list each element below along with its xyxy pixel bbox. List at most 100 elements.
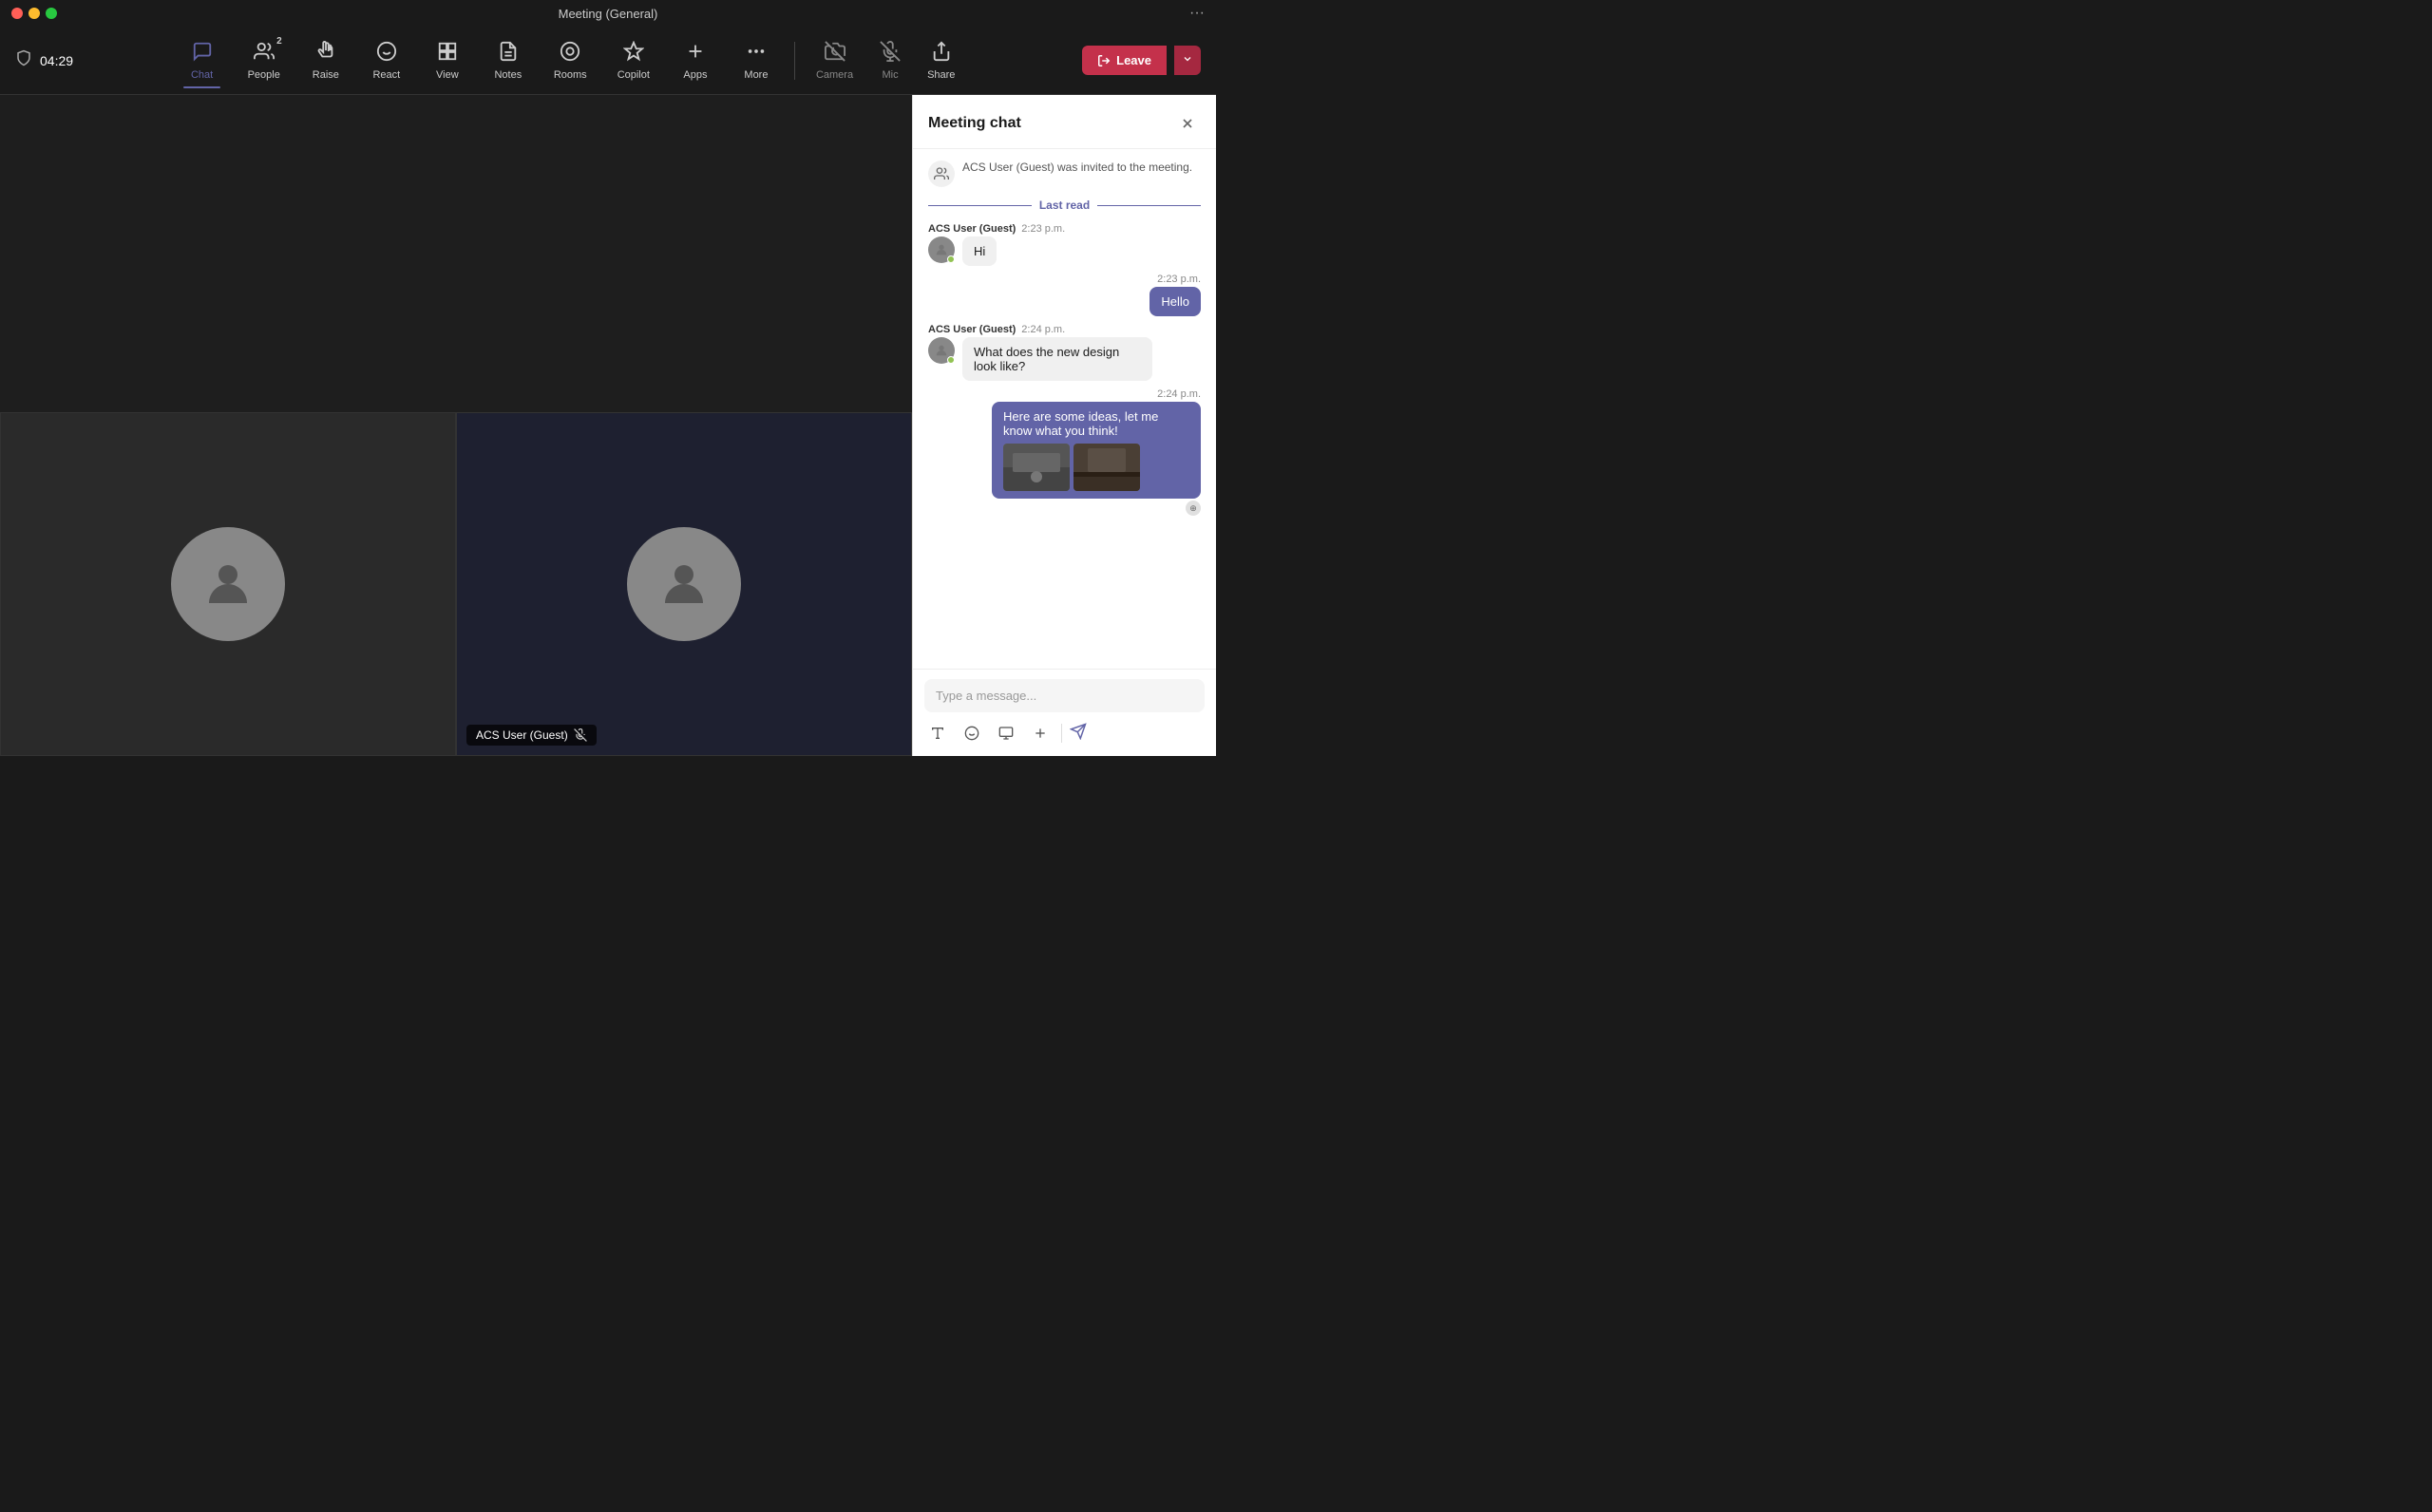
chat-label: Chat (191, 69, 213, 81)
msg-meta-3: ACS User (Guest) 2:24 p.m. (928, 324, 1201, 335)
message-group-3: ACS User (Guest) 2:24 p.m. What does the… (928, 324, 1201, 381)
msg-avatar-3 (928, 337, 955, 364)
main-content: ACS User (Guest) Meeting chat (0, 95, 1216, 756)
toolbar: 04:29 Chat 2 People (0, 27, 1216, 95)
chat-header: Meeting chat (913, 95, 1216, 149)
chat-messages: ACS User (Guest) was invited to the meet… (913, 149, 1216, 669)
view-label: View (436, 69, 459, 81)
msg-time-2: 2:23 p.m. (1157, 274, 1201, 285)
share-label: Share (927, 69, 955, 81)
video-bottom-area: ACS User (Guest) (0, 412, 912, 756)
leave-label: Leave (1116, 53, 1151, 67)
maximize-button[interactable] (46, 8, 57, 19)
leave-button[interactable]: Leave (1082, 46, 1167, 75)
traffic-lights (11, 8, 57, 19)
video-top-area (0, 95, 912, 412)
copilot-icon (623, 41, 644, 66)
toolbar-btn-notes[interactable]: Notes (478, 35, 539, 86)
rooms-label: Rooms (554, 69, 587, 81)
view-icon (437, 41, 458, 66)
msg-row-3: What does the new design look like? (928, 337, 1201, 381)
meeting-timer: 04:29 (40, 53, 73, 68)
raise-label: Raise (313, 69, 339, 81)
toolbar-btn-copilot[interactable]: Copilot (602, 35, 665, 86)
chat-input-area: Type a message... (913, 669, 1216, 756)
last-read-label: Last read (1039, 198, 1090, 212)
toolbar-btn-share[interactable]: Share (914, 35, 968, 86)
image-thumb-1[interactable] (1003, 444, 1070, 491)
apps-label: Apps (683, 69, 707, 81)
shield-icon (15, 49, 32, 71)
msg-time-1: 2:23 p.m. (1021, 223, 1065, 235)
reaction-button[interactable]: ⊕ (1186, 501, 1201, 516)
divider-line-left (928, 205, 1032, 206)
toolbar-btn-chat[interactable]: Chat (172, 35, 233, 86)
toolbar-btn-apps[interactable]: Apps (665, 35, 726, 86)
chat-input-toolbar (924, 720, 1205, 747)
send-button[interactable] (1070, 723, 1087, 745)
online-dot-3 (947, 356, 955, 364)
system-message: ACS User (Guest) was invited to the meet… (928, 161, 1201, 187)
emoji-button[interactable] (959, 720, 985, 747)
minimize-button[interactable] (28, 8, 40, 19)
toolbar-btn-people[interactable]: 2 People (233, 35, 295, 86)
title-bar-more-icon[interactable]: ··· (1189, 5, 1205, 22)
chat-close-button[interactable] (1174, 110, 1201, 137)
message-group-4: 2:24 p.m. Here are some ideas, let me kn… (928, 388, 1201, 518)
msg-row-1: Hi (928, 236, 1201, 266)
mic-label: Mic (883, 69, 899, 81)
close-button[interactable] (11, 8, 23, 19)
camera-icon (825, 41, 846, 66)
msg-bubble-4: Here are some ideas, let me know what yo… (992, 402, 1201, 499)
video-tile-local (0, 412, 456, 756)
video-area: ACS User (Guest) (0, 95, 912, 756)
video-tile-guest: ACS User (Guest) (456, 412, 912, 756)
copilot-label: Copilot (618, 69, 650, 81)
toolbar-right: Leave (1011, 46, 1201, 75)
participant-name: ACS User (Guest) (476, 728, 568, 742)
message-group-1: ACS User (Guest) 2:23 p.m. Hi (928, 223, 1201, 266)
msg-bubble-2: Hello (1150, 287, 1201, 316)
more-label: More (744, 69, 768, 81)
leave-chevron-button[interactable] (1174, 46, 1201, 75)
toolbar-divider (794, 42, 795, 80)
apps-icon (685, 41, 706, 66)
mic-icon (880, 41, 901, 66)
chat-icon (192, 41, 213, 66)
participant-label: ACS User (Guest) (466, 725, 597, 746)
camera-label: Camera (816, 69, 853, 81)
system-message-text: ACS User (Guest) was invited to the meet… (962, 161, 1192, 174)
toolbar-btn-camera[interactable]: Camera (803, 35, 866, 86)
msg-images (1003, 444, 1189, 491)
rooms-icon (560, 41, 580, 66)
toolbar-btn-react[interactable]: React (356, 35, 417, 86)
toolbar-btn-mic[interactable]: Mic (866, 35, 914, 86)
toolbar-left: 04:29 (15, 49, 129, 71)
toolbar-btn-view[interactable]: View (417, 35, 478, 86)
toolbar-btn-raise[interactable]: Raise (295, 35, 356, 86)
title-bar: Meeting (General) ··· (0, 0, 1216, 27)
people-label: People (248, 69, 280, 81)
image-thumb-2[interactable] (1074, 444, 1140, 491)
format-button[interactable] (924, 720, 951, 747)
share-icon (931, 41, 952, 66)
toolbar-btn-rooms[interactable]: Rooms (539, 35, 602, 86)
more-icon (746, 41, 767, 66)
chat-input-box[interactable]: Type a message... (924, 679, 1205, 712)
notes-icon (498, 41, 519, 66)
msg-bubble-1: Hi (962, 236, 997, 266)
chat-toolbar-divider (1061, 724, 1062, 743)
last-read-divider: Last read (928, 198, 1201, 212)
window-title: Meeting (General) (559, 7, 658, 21)
notes-label: Notes (494, 69, 522, 81)
msg-sender-1: ACS User (Guest) (928, 223, 1016, 235)
msg-bubble-3: What does the new design look like? (962, 337, 1152, 381)
msg-meta-1: ACS User (Guest) 2:23 p.m. (928, 223, 1201, 235)
gif-button[interactable] (993, 720, 1019, 747)
raise-icon (315, 41, 336, 66)
msg-time-3: 2:24 p.m. (1021, 324, 1065, 335)
online-dot-1 (947, 255, 955, 263)
attach-button[interactable] (1027, 720, 1054, 747)
react-icon (376, 41, 397, 66)
toolbar-btn-more[interactable]: More (726, 35, 787, 86)
